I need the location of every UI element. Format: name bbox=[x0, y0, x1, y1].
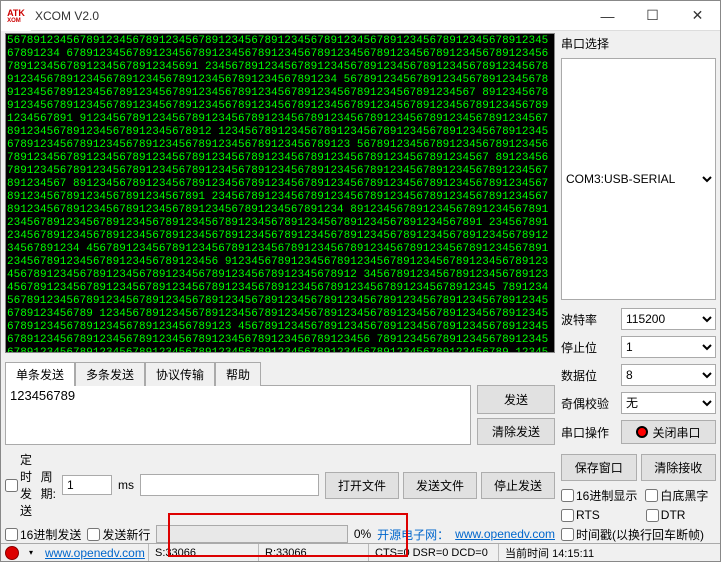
open-file-button[interactable]: 打开文件 bbox=[325, 472, 399, 499]
data-select[interactable]: 8 bbox=[621, 364, 716, 386]
tab-help[interactable]: 帮助 bbox=[215, 362, 261, 386]
status-bar: ▾ www.openedv.com S:33066 R:33066 CTS=0 … bbox=[1, 543, 720, 561]
tab-bar: 单条发送 多条发送 协议传输 帮助 bbox=[5, 361, 555, 385]
baud-label: 波特率 bbox=[561, 311, 617, 328]
baud-select[interactable]: 115200 bbox=[621, 308, 716, 330]
stop-send-button[interactable]: 停止发送 bbox=[481, 472, 555, 499]
parity-label: 奇偶校验 bbox=[561, 395, 617, 412]
data-label: 数据位 bbox=[561, 367, 617, 384]
clear-send-button[interactable]: 清除发送 bbox=[477, 418, 555, 445]
close-port-button[interactable]: 关闭串口 bbox=[621, 420, 716, 444]
close-button[interactable]: ✕ bbox=[675, 1, 720, 31]
timed-send-checkbox[interactable]: 定时发送 bbox=[5, 451, 35, 519]
parity-select[interactable]: 无 bbox=[621, 392, 716, 414]
status-s: S:33066 bbox=[149, 544, 259, 561]
status-r: R:33066 bbox=[259, 544, 369, 561]
status-cts: CTS=0 DSR=0 DCD=0 bbox=[369, 544, 499, 561]
window-title: XCOM V2.0 bbox=[31, 9, 585, 23]
port-op-label: 串口操作 bbox=[561, 424, 617, 441]
link-label: 开源电子网： bbox=[377, 526, 449, 543]
file-path-input[interactable] bbox=[140, 474, 319, 496]
app-icon: ATKXOM bbox=[1, 1, 31, 31]
hex-send-checkbox[interactable]: 16进制发送 bbox=[5, 526, 81, 543]
save-window-button[interactable]: 保存窗口 bbox=[561, 454, 637, 481]
status-dropdown[interactable]: ▾ bbox=[23, 548, 39, 557]
terminal-output[interactable]: 5678912345678912345678912345678912345678… bbox=[5, 33, 555, 353]
rts-checkbox[interactable]: RTS bbox=[561, 508, 600, 522]
ms-label: ms bbox=[118, 478, 134, 492]
progress-percent: 0% bbox=[354, 527, 371, 541]
minimize-button[interactable]: — bbox=[585, 1, 630, 31]
maximize-button[interactable]: ☐ bbox=[630, 1, 675, 31]
send-input[interactable] bbox=[5, 385, 471, 445]
status-url[interactable]: www.openedv.com bbox=[45, 546, 145, 560]
period-input[interactable] bbox=[62, 475, 112, 495]
port-select-title: 串口选择 bbox=[561, 35, 716, 52]
tab-multi-send[interactable]: 多条发送 bbox=[75, 362, 145, 386]
clear-recv-button[interactable]: 清除接收 bbox=[641, 454, 717, 481]
send-newline-checkbox[interactable]: 发送新行 bbox=[87, 526, 150, 543]
tab-protocol[interactable]: 协议传输 bbox=[145, 362, 215, 386]
timestamp-checkbox[interactable]: 时间戳(以换行回车断帧) bbox=[561, 526, 716, 543]
white-bg-checkbox[interactable]: 白底黑字 bbox=[645, 487, 708, 504]
progress-bar bbox=[156, 525, 347, 543]
hex-display-checkbox[interactable]: 16进制显示 bbox=[561, 487, 637, 504]
status-record-icon[interactable] bbox=[5, 546, 19, 560]
dtr-checkbox[interactable]: DTR bbox=[646, 508, 686, 522]
stop-label: 停止位 bbox=[561, 339, 617, 356]
port-select[interactable]: COM3:USB-SERIAL bbox=[561, 58, 716, 300]
send-file-button[interactable]: 发送文件 bbox=[403, 472, 477, 499]
titlebar: ATKXOM XCOM V2.0 — ☐ ✕ bbox=[1, 1, 720, 31]
stop-select[interactable]: 1 bbox=[621, 336, 716, 358]
record-icon bbox=[636, 426, 648, 438]
status-time: 当前时间 14:15:11 bbox=[499, 544, 720, 561]
send-button[interactable]: 发送 bbox=[477, 385, 555, 414]
period-label: 周期: bbox=[41, 468, 56, 502]
website-link[interactable]: www.openedv.com bbox=[455, 527, 555, 541]
tab-single-send[interactable]: 单条发送 bbox=[5, 362, 75, 386]
